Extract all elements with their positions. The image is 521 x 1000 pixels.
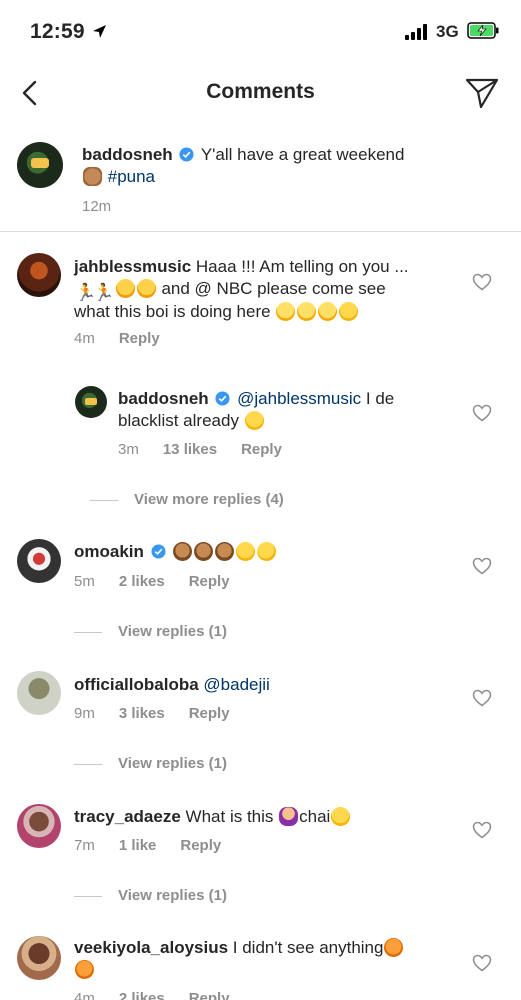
comment-username[interactable]: veekiyola_aloysius	[74, 938, 228, 957]
post-caption: baddosneh Y'all have a great weekend #pu…	[0, 142, 521, 232]
reply-button[interactable]: Reply	[189, 705, 230, 722]
tears-of-joy-emoji	[331, 807, 351, 826]
comment-text-after: chai	[299, 807, 331, 826]
tears-of-joy-emoji	[236, 542, 256, 561]
reply-button[interactable]: Reply	[180, 837, 221, 854]
status-time: 12:59	[30, 20, 85, 43]
signal-strength-icon	[405, 24, 429, 40]
caption-text: Y'all have a great weekend	[200, 145, 405, 164]
comment-time: 4m	[74, 990, 95, 1000]
page-title: Comments	[206, 80, 315, 103]
comment-text: Haaa !!! Am telling on you ...	[195, 257, 409, 276]
heart-outline-icon[interactable]	[472, 821, 492, 839]
runner-emoji: 🏃	[75, 283, 97, 302]
view-replies-button[interactable]: View replies (1)	[74, 887, 227, 904]
grinning-face-emoji	[318, 302, 338, 321]
likes-count[interactable]: 2 likes	[119, 990, 165, 1000]
persevering-face-emoji	[75, 960, 94, 979]
tears-of-joy-emoji	[244, 411, 264, 430]
comment-username[interactable]: jahblessmusic	[74, 257, 191, 276]
avatar[interactable]	[17, 253, 61, 297]
mention-link[interactable]: @badejii	[203, 675, 269, 694]
heart-outline-icon[interactable]	[472, 557, 492, 575]
avatar[interactable]	[17, 671, 61, 715]
comment-time: 9m	[74, 705, 95, 722]
woman-gesturing-emoji	[279, 807, 299, 826]
see-no-evil-monkey-emoji	[173, 542, 193, 561]
heart-outline-icon[interactable]	[472, 273, 492, 291]
location-arrow-icon	[93, 25, 106, 38]
reply-button[interactable]: Reply	[241, 441, 282, 458]
heart-outline-icon[interactable]	[472, 689, 492, 707]
comment-username[interactable]: tracy_adaeze	[74, 807, 181, 826]
back-button[interactable]	[14, 76, 44, 110]
heart-outline-icon[interactable]	[472, 954, 492, 972]
verified-badge-icon	[215, 391, 230, 406]
zany-face-emoji	[115, 279, 135, 298]
avatar[interactable]	[17, 804, 61, 848]
comment-text-line2: and @ NBC please come see	[161, 279, 386, 298]
chevron-left-icon	[22, 80, 37, 106]
likes-count[interactable]: 2 likes	[119, 573, 165, 590]
verified-badge-icon	[179, 147, 194, 162]
heart-outline-icon[interactable]	[472, 404, 492, 422]
battery-charging-icon	[467, 22, 499, 39]
view-more-replies-button[interactable]: View more replies (4)	[90, 491, 284, 508]
avatar[interactable]	[17, 936, 61, 980]
comment-time: 7m	[74, 837, 95, 854]
avatar[interactable]	[17, 539, 61, 583]
view-replies-button[interactable]: View replies (1)	[74, 623, 227, 640]
status-bar: 12:59 3G	[0, 0, 521, 60]
avatar[interactable]	[75, 386, 107, 418]
see-no-evil-monkey-emoji	[194, 542, 214, 561]
likes-count[interactable]: 13 likes	[163, 441, 217, 458]
reply-username[interactable]: baddosneh	[118, 389, 209, 408]
comment-username[interactable]: omoakin	[74, 542, 144, 561]
grinning-face-emoji	[297, 302, 317, 321]
runner-emoji: 🏃	[93, 283, 115, 302]
grinning-face-emoji	[276, 302, 296, 321]
network-type: 3G	[436, 22, 459, 41]
navigation-header: Comments	[0, 60, 521, 126]
likes-count[interactable]: 3 likes	[119, 705, 165, 722]
hashtag-link[interactable]: #puna	[108, 167, 155, 186]
comment-time: 4m	[74, 330, 95, 347]
victory-hand-emoji	[83, 167, 102, 186]
zany-face-emoji	[136, 279, 156, 298]
tears-of-joy-emoji	[339, 302, 359, 321]
avatar[interactable]	[17, 142, 63, 188]
view-replies-button[interactable]: View replies (1)	[74, 755, 227, 772]
reply-button[interactable]: Reply	[119, 330, 160, 347]
verified-badge-icon	[151, 544, 166, 559]
reply-button[interactable]: Reply	[189, 990, 230, 1000]
persevering-face-emoji	[384, 938, 404, 957]
reply-text: I de	[365, 389, 395, 408]
reply-button[interactable]: Reply	[189, 573, 230, 590]
comment-text: I didn't see anything	[232, 938, 384, 957]
see-no-evil-monkey-emoji	[215, 542, 235, 561]
mention-link[interactable]: @jahblessmusic	[237, 389, 361, 408]
comment-time: 5m	[74, 573, 95, 590]
caption-username[interactable]: baddosneh	[82, 145, 173, 164]
comment-username[interactable]: officiallobaloba	[74, 675, 199, 694]
comment-text-line3: what this boi is doing here	[74, 302, 271, 321]
likes-count[interactable]: 1 like	[119, 837, 157, 854]
reply-time: 3m	[118, 441, 139, 458]
paper-plane-icon[interactable]	[462, 74, 502, 112]
reply-text-line2: blacklist already	[118, 411, 239, 430]
caption-time: 12m	[82, 198, 112, 215]
comment-text: What is this	[185, 807, 274, 826]
rolling-on-floor-laughing-emoji	[254, 538, 280, 565]
